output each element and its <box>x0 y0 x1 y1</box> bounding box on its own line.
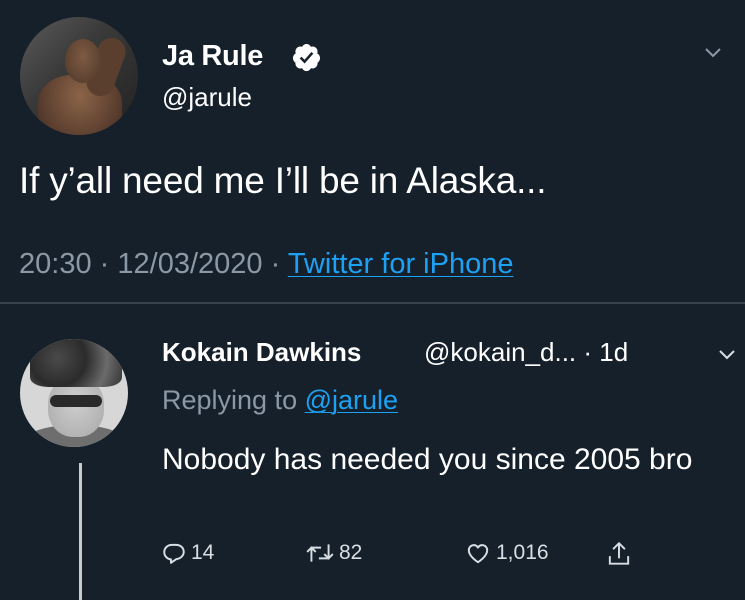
reply-button[interactable]: 14 <box>161 540 214 566</box>
replying-to: Replying to @jarule <box>162 385 398 416</box>
tweet-meta: 20:30 · 12/03/2020 · Twitter for iPhone <box>19 248 513 281</box>
heart-icon <box>467 544 489 564</box>
retweet-count: 82 <box>339 541 363 564</box>
divider <box>0 302 745 304</box>
reply-author-name[interactable]: Kokain Dawkins <box>162 337 361 368</box>
reply-author-avatar[interactable] <box>20 339 128 447</box>
chevron-down-icon[interactable] <box>704 44 722 62</box>
author-avatar[interactable] <box>20 17 138 135</box>
meta-separator: · <box>270 248 281 280</box>
replying-to-mention[interactable]: @jarule <box>305 385 398 415</box>
share-button[interactable] <box>606 540 636 568</box>
reply-author-handle[interactable]: @kokain_d... · 1d <box>424 337 628 368</box>
tweet-date: 12/03/2020 <box>117 248 263 280</box>
chevron-down-icon[interactable] <box>718 346 736 364</box>
tweet-source-link[interactable]: Twitter for iPhone <box>288 248 514 280</box>
like-button[interactable]: 1,016 <box>464 540 549 566</box>
like-count: 1,016 <box>496 541 549 564</box>
tweet-text: If y’all need me I’ll be in Alaska... <box>19 160 547 201</box>
author-handle[interactable]: @jarule <box>162 82 252 113</box>
main-tweet: Ja Rule @jarule If y’all need me I’ll be… <box>0 0 745 302</box>
retweet-icon <box>306 544 334 562</box>
reply-icon <box>163 543 185 564</box>
meta-separator: · <box>99 248 110 280</box>
replying-to-label: Replying to <box>162 385 298 415</box>
tweet-time: 20:30 <box>19 248 92 280</box>
author-name[interactable]: Ja Rule <box>162 40 263 73</box>
retweet-button[interactable]: 82 <box>305 540 362 566</box>
share-icon <box>608 541 630 565</box>
reply-count: 14 <box>191 541 215 564</box>
verified-badge-icon <box>292 43 321 72</box>
thread-line <box>79 463 82 600</box>
reply-text: Nobody has needed you since 2005 bro <box>162 443 693 476</box>
